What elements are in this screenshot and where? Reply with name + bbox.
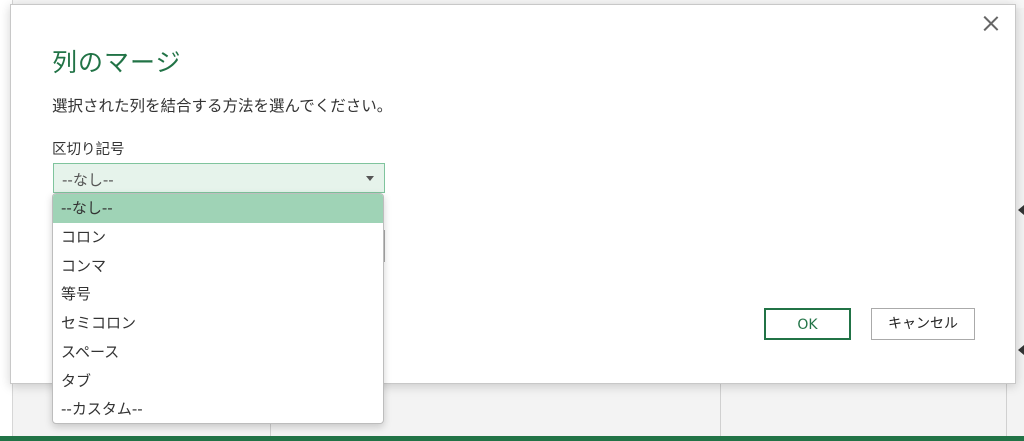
grid-line (1006, 384, 1007, 441)
dropdown-option-tab[interactable]: タブ (53, 367, 383, 396)
cancel-button[interactable]: キャンセル (871, 308, 975, 340)
scroll-arrow-icon[interactable] (1018, 345, 1024, 355)
status-strip (0, 436, 1024, 441)
dropdown-option-equals[interactable]: 等号 (53, 280, 383, 309)
dialog-title: 列のマージ (52, 48, 182, 77)
dropdown-option-space[interactable]: スペース (53, 338, 383, 367)
dropdown-option-comma[interactable]: コンマ (53, 252, 383, 281)
separator-select-value: --なし-- (62, 171, 114, 189)
separator-dropdown-list: --なし-- コロン コンマ 等号 セミコロン スペース タブ --カスタム-- (52, 193, 384, 424)
dialog-description: 選択された列を結合する方法を選んでください。 (52, 97, 393, 115)
chevron-down-icon (366, 176, 374, 181)
dropdown-option-semicolon[interactable]: セミコロン (53, 309, 383, 338)
dropdown-option-custom[interactable]: --カスタム-- (53, 395, 383, 423)
dropdown-option-colon[interactable]: コロン (53, 223, 383, 252)
separator-select[interactable]: --なし-- (53, 163, 385, 193)
dropdown-option-none[interactable]: --なし-- (53, 194, 383, 223)
close-icon[interactable] (981, 13, 1001, 33)
separator-label: 区切り記号 (52, 142, 125, 158)
scroll-arrow-icon[interactable] (1018, 205, 1024, 215)
ok-button[interactable]: OK (764, 308, 851, 340)
grid-line (720, 384, 721, 441)
